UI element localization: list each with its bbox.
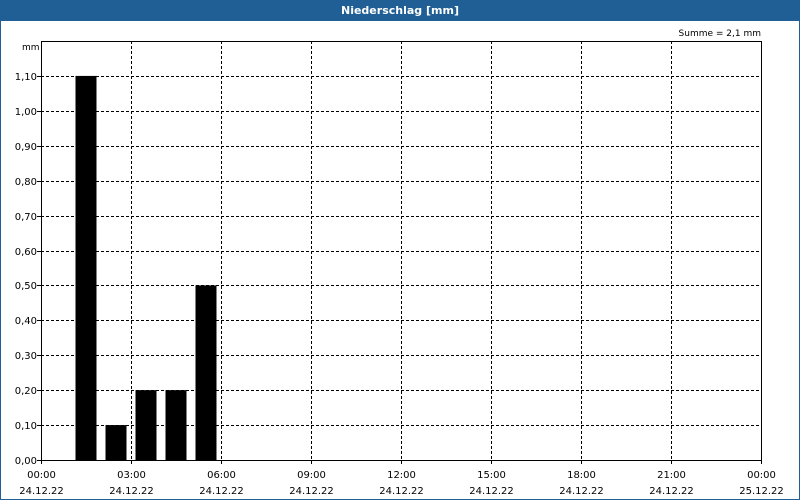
x-tick-time: 18:00 [567, 470, 596, 481]
x-tick-time: 06:00 [207, 470, 236, 481]
y-axis-ticks: 0,00 0,10 0,20 0,30 0,40 0,50 0,60 0,70 0,80 0,90… [15, 72, 41, 467]
x-tick-date: 24.12.22 [649, 486, 694, 497]
y-tick-label: 0,70 [15, 212, 37, 223]
x-tick-time: 15:00 [477, 470, 506, 481]
y-tick-label: 0,30 [15, 351, 37, 362]
y-tick-label: 0,60 [15, 247, 37, 258]
x-tick-time: 21:00 [657, 470, 686, 481]
x-tick-date: 24.12.22 [19, 486, 64, 497]
x-tick-date: 24.12.22 [109, 486, 154, 497]
y-tick-label: 0,50 [15, 281, 37, 292]
x-tick-date: 24.12.22 [379, 486, 424, 497]
y-tick-label: 0,10 [15, 421, 37, 432]
precipitation-chart: 0,00 0,10 0,20 0,30 0,40 0,50 0,60 0,70 0,80 0,90… [15, 29, 784, 497]
bar [135, 390, 157, 460]
x-tick-date: 24.12.22 [199, 486, 244, 497]
x-tick-date: 24.12.22 [559, 486, 604, 497]
x-tick-time: 00:00 [27, 470, 56, 481]
y-axis-label: mm [22, 43, 40, 53]
x-tick-date: 24.12.22 [469, 486, 514, 497]
x-tick-time: 12:00 [387, 470, 416, 481]
bars [75, 75, 217, 461]
bar [165, 390, 187, 460]
bar [195, 285, 217, 460]
x-axis-ticks: 00:00 24.12.22 03:00 24.12.22 06:00 24.12.22 0… [19, 460, 784, 497]
x-tick-date: 24.12.22 [289, 486, 334, 497]
x-tick-time: 00:00 [747, 470, 776, 481]
sum-annotation: Summe = 2,1 mm [679, 29, 761, 39]
y-tick-label: 0,80 [15, 177, 37, 188]
y-tick-label: 0,40 [15, 316, 37, 327]
y-tick-label: 0,90 [15, 142, 37, 153]
y-tick-label: 1,00 [15, 107, 37, 118]
y-tick-label: 0,00 [15, 456, 37, 467]
y-tick-label: 1,10 [15, 72, 37, 83]
bar [75, 75, 97, 461]
x-tick-time: 09:00 [297, 470, 326, 481]
x-tick-time: 03:00 [117, 470, 146, 481]
x-tick-date: 25.12.22 [739, 486, 784, 497]
bar [105, 425, 127, 460]
y-tick-label: 0,20 [15, 386, 37, 397]
